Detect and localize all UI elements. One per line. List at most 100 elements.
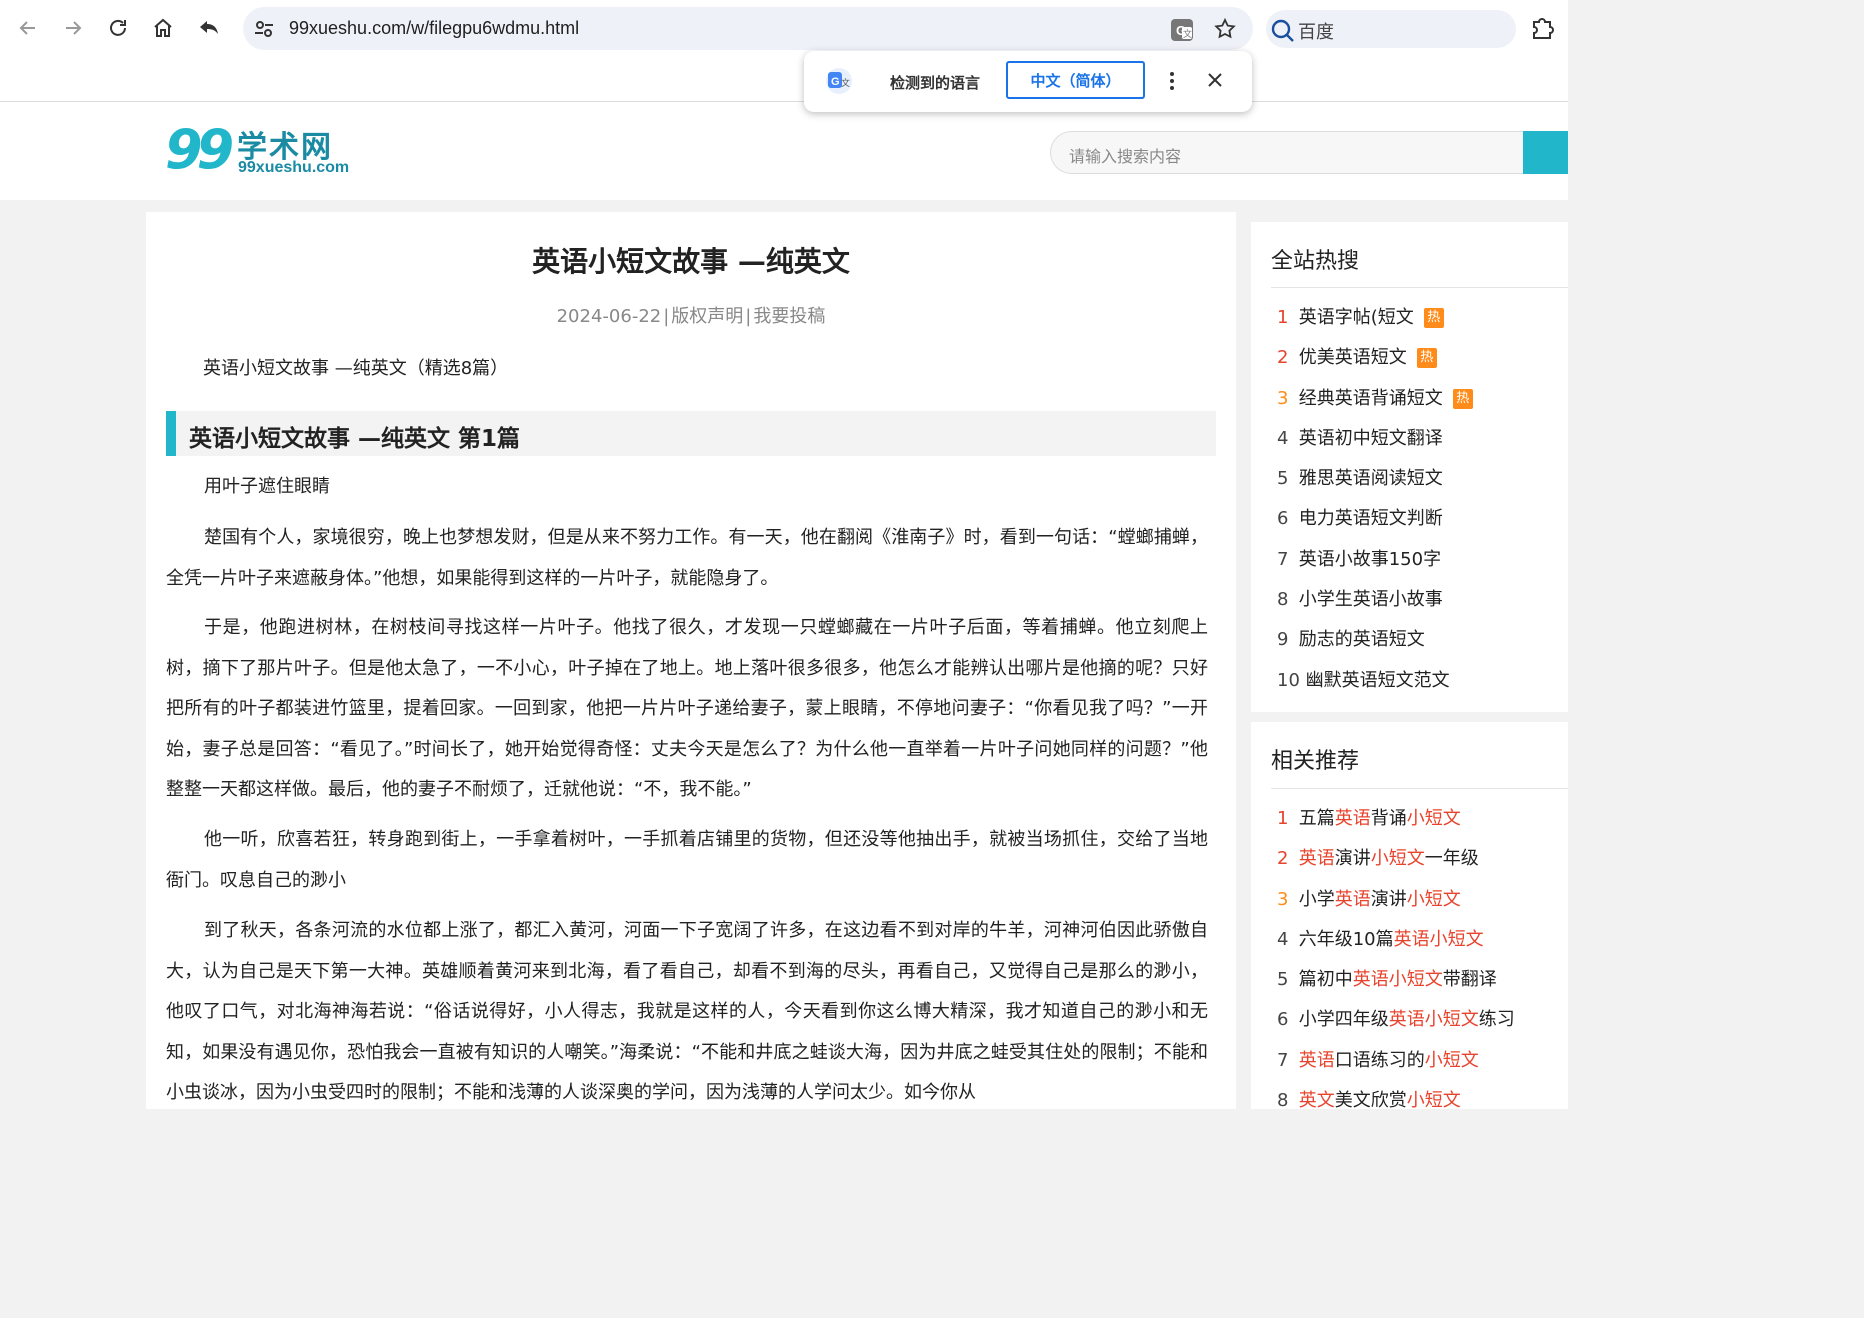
- submit-link[interactable]: 我要投稿: [753, 306, 825, 327]
- site-search-button[interactable]: [1523, 131, 1568, 174]
- more-options-icon[interactable]: [1164, 69, 1180, 93]
- home-icon: [154, 18, 172, 37]
- undo-close-tab-button[interactable]: [193, 12, 225, 44]
- keyword-highlight: 英文: [1298, 1090, 1335, 1109]
- divider: [1271, 788, 1568, 789]
- recommend-item[interactable]: 2 英语演讲小短文一年级: [1277, 839, 1515, 879]
- rank-number: 7: [1277, 1049, 1289, 1071]
- hot-search-label: 电力英语短文判断: [1298, 508, 1443, 530]
- logo-number: 99: [165, 118, 234, 181]
- keyword-highlight: 小短文: [1370, 848, 1425, 870]
- arrow-left-icon: [19, 21, 35, 35]
- hot-search-label: 经典英语背诵短文: [1298, 387, 1443, 409]
- section-heading: 英语小短文故事 —纯英文 第1篇: [166, 411, 1216, 456]
- hot-badge: 热: [1423, 308, 1444, 328]
- hot-search-item[interactable]: 9 励志的英语短文: [1277, 620, 1473, 660]
- hot-search-item[interactable]: 2 优美英语短文热: [1277, 338, 1473, 378]
- hot-search-item[interactable]: 6 电力英语短文判断: [1277, 499, 1473, 539]
- extensions-puzzle-icon[interactable]: [1528, 14, 1556, 42]
- keyword-highlight: 英语: [1298, 1049, 1335, 1071]
- recommend-label-part: 练习: [1478, 1009, 1515, 1031]
- hot-search-label: 励志的英语短文: [1298, 629, 1425, 651]
- hot-search-item[interactable]: 3 经典英语背诵短文热: [1277, 379, 1473, 419]
- recommend-item[interactable]: 5 篇初中英语小短文带翻译: [1277, 960, 1515, 1000]
- hot-search-item[interactable]: 7 英语小故事150字: [1277, 540, 1473, 580]
- article-panel: 英语小短文故事 —纯英文 2024-06-22 | 版权声明 | 我要投稿 英语小短文故…: [146, 212, 1236, 1109]
- site-info-icon[interactable]: [253, 18, 275, 40]
- hot-search-label: 雅思英语阅读短文: [1298, 468, 1443, 490]
- hot-search-item[interactable]: 4 英语初中短文翻译: [1277, 419, 1473, 459]
- recommend-item[interactable]: 1 五篇英语背诵小短文: [1277, 799, 1515, 839]
- rank-number: 4: [1277, 427, 1289, 449]
- hot-badge: 热: [1452, 388, 1473, 409]
- rank-number: 1: [1277, 808, 1289, 829]
- recommend-panel: 相关推荐 1 五篇英语背诵小短文 2 英语演讲小短文一年级 3 小学英语演讲小短文 4…: [1251, 722, 1568, 1109]
- site-logo[interactable]: 99 学术网 99xueshu.com: [165, 122, 365, 182]
- keyword-highlight: 英语: [1298, 848, 1335, 870]
- recommend-item[interactable]: 3 小学英语演讲小短文: [1277, 880, 1515, 920]
- bookmark-star-icon[interactable]: [1213, 17, 1237, 41]
- hot-search-item[interactable]: 1 英语字帖(短文热: [1277, 298, 1473, 338]
- hot-search-list: 1 英语字帖(短文热 2 优美英语短文热 3 经典英语背诵短文热 4 英语初中短文翻译…: [1277, 298, 1473, 701]
- svg-text:G: G: [831, 76, 840, 88]
- rank-number: 10: [1277, 669, 1300, 691]
- recommend-label-part: 演讲: [1370, 888, 1407, 910]
- site-search-input[interactable]: 请输入搜索内容: [1050, 131, 1523, 174]
- rank-number: 8: [1277, 589, 1289, 611]
- site-header: 99 学术网 99xueshu.com 请输入搜索内容: [0, 102, 1568, 200]
- search-icon: [1271, 19, 1294, 42]
- article-title: 英语小短文故事 —纯英文: [532, 245, 850, 278]
- keyword-highlight: 小短文: [1406, 1090, 1461, 1109]
- keyword-highlight: 英语小短文: [1393, 928, 1484, 950]
- rank-number: 3: [1277, 387, 1289, 409]
- svg-text:文: 文: [1183, 28, 1192, 40]
- hot-search-item[interactable]: 8 小学生英语小故事: [1277, 580, 1473, 620]
- detected-language-option[interactable]: 检测到的语言: [890, 72, 980, 93]
- article-paragraph: 楚国有个人，家境很穷，晚上也梦想发财，但是从来不努力工作。有一天，他在翻阅《淮南…: [166, 527, 1208, 589]
- target-language-option[interactable]: 中文（简体）: [1006, 61, 1145, 99]
- recommend-item[interactable]: 7 英语口语练习的小短文: [1277, 1041, 1515, 1081]
- hot-search-label: 英语小故事150字: [1298, 548, 1442, 570]
- rank-number: 6: [1277, 1009, 1289, 1031]
- keyword-highlight: 英语小短文: [1388, 1009, 1479, 1031]
- hot-search-title: 全站热搜: [1271, 249, 1360, 274]
- recommend-label-part: 五篇: [1298, 808, 1335, 829]
- copyright-link[interactable]: 版权声明: [671, 306, 743, 327]
- section-heading-text: 英语小短文故事 —纯英文 第1篇: [189, 426, 521, 452]
- rank-number: 1: [1277, 307, 1289, 328]
- browser-search-box[interactable]: 百度: [1266, 10, 1516, 48]
- keyword-highlight: 英语: [1334, 888, 1371, 910]
- reload-button[interactable]: [102, 12, 134, 44]
- browser-toolbar: 99xueshu.com/w/filegpu6wdmu.html G文 百度: [0, 0, 1568, 102]
- rank-number: 8: [1277, 1090, 1289, 1109]
- hot-search-label: 英语初中短文翻译: [1298, 427, 1443, 449]
- hot-search-label: 幽默英语短文范文: [1305, 669, 1450, 691]
- recommend-item[interactable]: 8 英文美文欣赏小短文: [1277, 1081, 1515, 1109]
- close-icon[interactable]: [1204, 69, 1226, 91]
- rank-number: 5: [1277, 468, 1289, 490]
- recommend-item[interactable]: 4 六年级10篇英语小短文: [1277, 920, 1515, 960]
- recommend-label-part: 一年级: [1424, 848, 1479, 870]
- arrow-right-icon: [66, 21, 82, 35]
- recommend-label-part: 美文欣赏: [1334, 1090, 1407, 1109]
- address-bar[interactable]: 99xueshu.com/w/filegpu6wdmu.html G文: [243, 7, 1253, 50]
- article-paragraph: 他一听，欣喜若狂，转身跑到街上，一手拿着树叶，一手抓着店铺里的货物，但还没等他抽…: [166, 829, 1208, 891]
- hot-search-item[interactable]: 5 雅思英语阅读短文: [1277, 459, 1473, 499]
- site-search-placeholder: 请输入搜索内容: [1069, 147, 1182, 166]
- recommend-label-part: 带翻译: [1442, 969, 1497, 991]
- hot-search-item[interactable]: 10 幽默英语短文范文: [1277, 661, 1473, 701]
- recommend-list: 1 五篇英语背诵小短文 2 英语演讲小短文一年级 3 小学英语演讲小短文 4 六年级1…: [1277, 799, 1515, 1109]
- hot-search-label: 优美英语短文: [1298, 347, 1407, 369]
- forward-button[interactable]: [57, 12, 89, 44]
- back-button[interactable]: [12, 12, 44, 44]
- reload-icon: [110, 19, 126, 36]
- translate-popup: G文 检测到的语言 中文（简体）: [804, 51, 1252, 112]
- url-text[interactable]: 99xueshu.com/w/filegpu6wdmu.html: [289, 18, 579, 39]
- recommend-item[interactable]: 6 小学四年级英语小短文练习: [1277, 1000, 1515, 1040]
- keyword-highlight: 小短文: [1424, 1049, 1479, 1071]
- home-button[interactable]: [147, 12, 179, 44]
- recommend-label-part: 口语练习的: [1334, 1049, 1425, 1071]
- translate-icon[interactable]: G文: [1169, 17, 1195, 43]
- recommend-label-part: 小学: [1298, 888, 1335, 910]
- svg-text:文: 文: [841, 77, 850, 89]
